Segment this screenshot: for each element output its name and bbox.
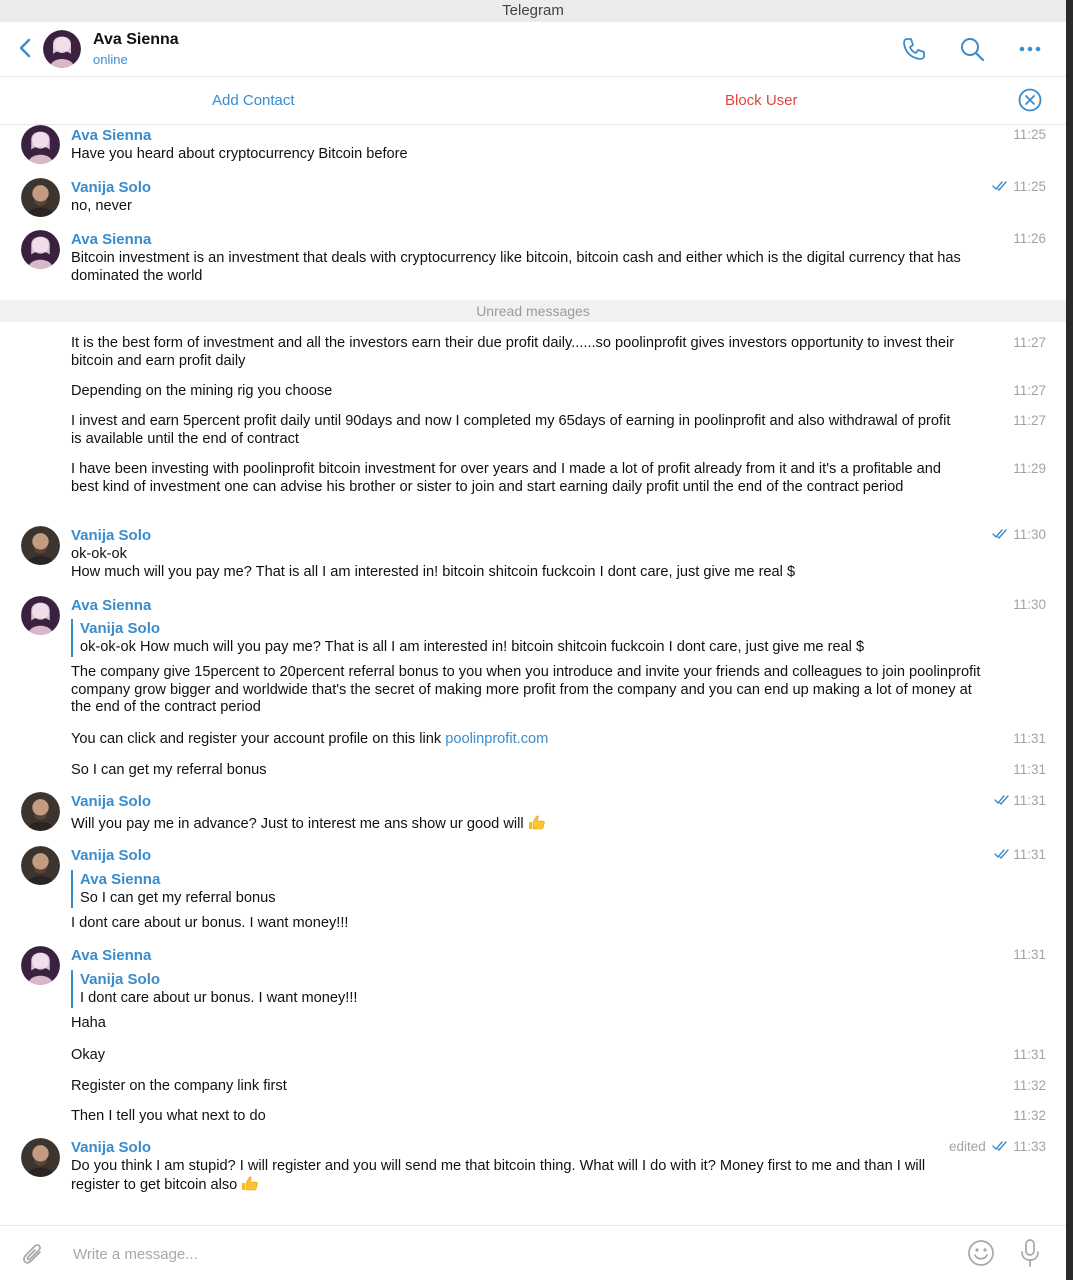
message-sender[interactable]: Ava Sienna [71,127,151,144]
more-icon[interactable] [1017,36,1043,62]
chat-title[interactable]: Ava Sienna [93,31,179,49]
reply-sender: Vanija Solo [80,620,161,637]
thumbs-up-icon [528,815,545,830]
message-time: 11:31 [1013,762,1046,777]
block-user-button[interactable]: Block User [725,92,798,109]
chat-status: online [93,52,128,67]
phone-icon[interactable] [901,36,927,62]
message-time: 11:25 [1013,127,1046,142]
message-text-body: Do you think I am stupid? I will registe… [71,1158,926,1193]
message-text-body: Will you pay me in advance? Just to inte… [71,816,524,832]
avatar[interactable] [21,125,60,164]
message-time: 11:31 [1013,793,1046,808]
message-text: So I can get my referral bonus [71,762,267,778]
message-text: How much will you pay me? That is all I … [71,564,796,580]
reply-sender: Vanija Solo [80,971,161,988]
message-sender[interactable]: Ava Sienna [71,947,151,964]
message-time: 11:31 [1013,847,1046,862]
window-titlebar: Telegram [0,0,1066,22]
read-check-icon [992,529,1007,539]
avatar[interactable] [21,846,60,885]
message-time: 11:29 [1013,461,1046,476]
read-check-icon [994,849,1009,859]
thumbs-up-icon [242,1176,259,1190]
message-sender[interactable]: Vanija Solo [71,1139,151,1156]
message-time: 11:32 [1013,1108,1046,1123]
message-sender[interactable]: Vanija Solo [71,793,151,810]
read-check-icon [992,181,1007,191]
reply-quote[interactable]: Vanija Solo I dont care about ur bonus. … [71,970,980,1008]
paperclip-icon[interactable] [20,1240,46,1268]
message-text: Depending on the mining rig you choose [71,383,333,399]
message-time: 11:32 [1013,1078,1046,1093]
message-text: Do you think I am stupid? I will registe… [71,1158,961,1194]
message-time: 11:30 [1013,597,1046,612]
message-text: The company give 15percent to 20percent … [71,664,981,715]
reply-text: So I can get my referral bonus [80,890,276,906]
avatar[interactable] [21,1138,60,1177]
message-text: ok-ok-ok [71,546,127,562]
message-time: 11:31 [1013,731,1046,746]
avatar[interactable] [21,230,60,269]
message-time: 11:27 [1013,383,1046,398]
message-time: 11:31 [1013,1047,1046,1062]
message-link[interactable]: poolinprofit.com [445,731,548,747]
message-text: Okay [71,1047,106,1063]
message-text: I dont care about ur bonus. I want money… [71,915,349,931]
message-list[interactable]: Ava Sienna 11:25 Have you heard about cr… [0,125,1066,1225]
message-sender[interactable]: Vanija Solo [71,847,151,864]
message-sender[interactable]: Ava Sienna [71,231,151,248]
message-text: It is the best form of investment and al… [71,335,955,369]
close-icon[interactable] [1018,88,1042,112]
avatar[interactable] [21,946,60,985]
message-composer [0,1225,1066,1281]
avatar[interactable] [21,526,60,565]
microphone-icon[interactable] [1018,1238,1042,1268]
message-time: 11:31 [1013,947,1046,962]
add-contact-button[interactable]: Add Contact [212,92,295,109]
message-text: I have been investing with poolinprofit … [71,461,941,495]
chat-header: Ava Sienna online [0,22,1066,77]
message-input[interactable] [71,1240,935,1268]
message-time: 11:33 [1013,1139,1046,1154]
message-time: 11:30 [1013,527,1046,542]
edited-label: edited [949,1139,986,1154]
avatar[interactable] [21,792,60,831]
read-check-icon [994,795,1009,805]
message-text: You can click and register your account … [71,731,991,749]
reply-quote[interactable]: Ava Sienna So I can get my referral bonu… [71,870,980,908]
emoji-icon[interactable] [967,1239,995,1267]
window-title: Telegram [502,2,564,19]
avatar[interactable] [21,178,60,217]
message-time: 11:27 [1013,413,1046,428]
message-text: no, never [71,198,132,214]
reply-quote[interactable]: Vanija Solo ok-ok-ok How much will you p… [71,619,980,657]
contact-action-bar: Add Contact Block User [0,77,1066,125]
reply-text: I dont care about ur bonus. I want money… [80,990,358,1006]
message-text: Then I tell you what next to do [71,1108,266,1124]
avatar[interactable] [21,596,60,635]
message-sender[interactable]: Vanija Solo [71,179,151,196]
chevron-left-icon[interactable] [16,36,36,60]
message-text-body: You can click and register your account … [71,731,446,747]
message-time: 11:26 [1013,231,1046,246]
message-text: Will you pay me in advance? Just to inte… [71,815,991,834]
read-check-icon [992,1141,1007,1151]
message-text: Have you heard about cryptocurrency Bitc… [71,146,408,162]
message-time: 11:27 [1013,335,1046,350]
window-edge [1066,0,1073,1280]
message-text: Register on the company link first [71,1078,287,1094]
message-text: Bitcoin investment is an investment that… [71,250,961,284]
reply-sender: Ava Sienna [80,871,161,888]
message-time: 11:25 [1013,179,1046,194]
search-icon[interactable] [959,36,985,62]
message-sender[interactable]: Vanija Solo [71,527,151,544]
message-sender[interactable]: Ava Sienna [71,597,151,614]
avatar[interactable] [43,30,81,68]
message-text: Haha [71,1015,106,1031]
message-text: I invest and earn 5percent profit daily … [71,413,951,447]
reply-text: ok-ok-ok How much will you pay me? That … [80,639,865,655]
unread-divider: Unread messages [0,300,1066,322]
